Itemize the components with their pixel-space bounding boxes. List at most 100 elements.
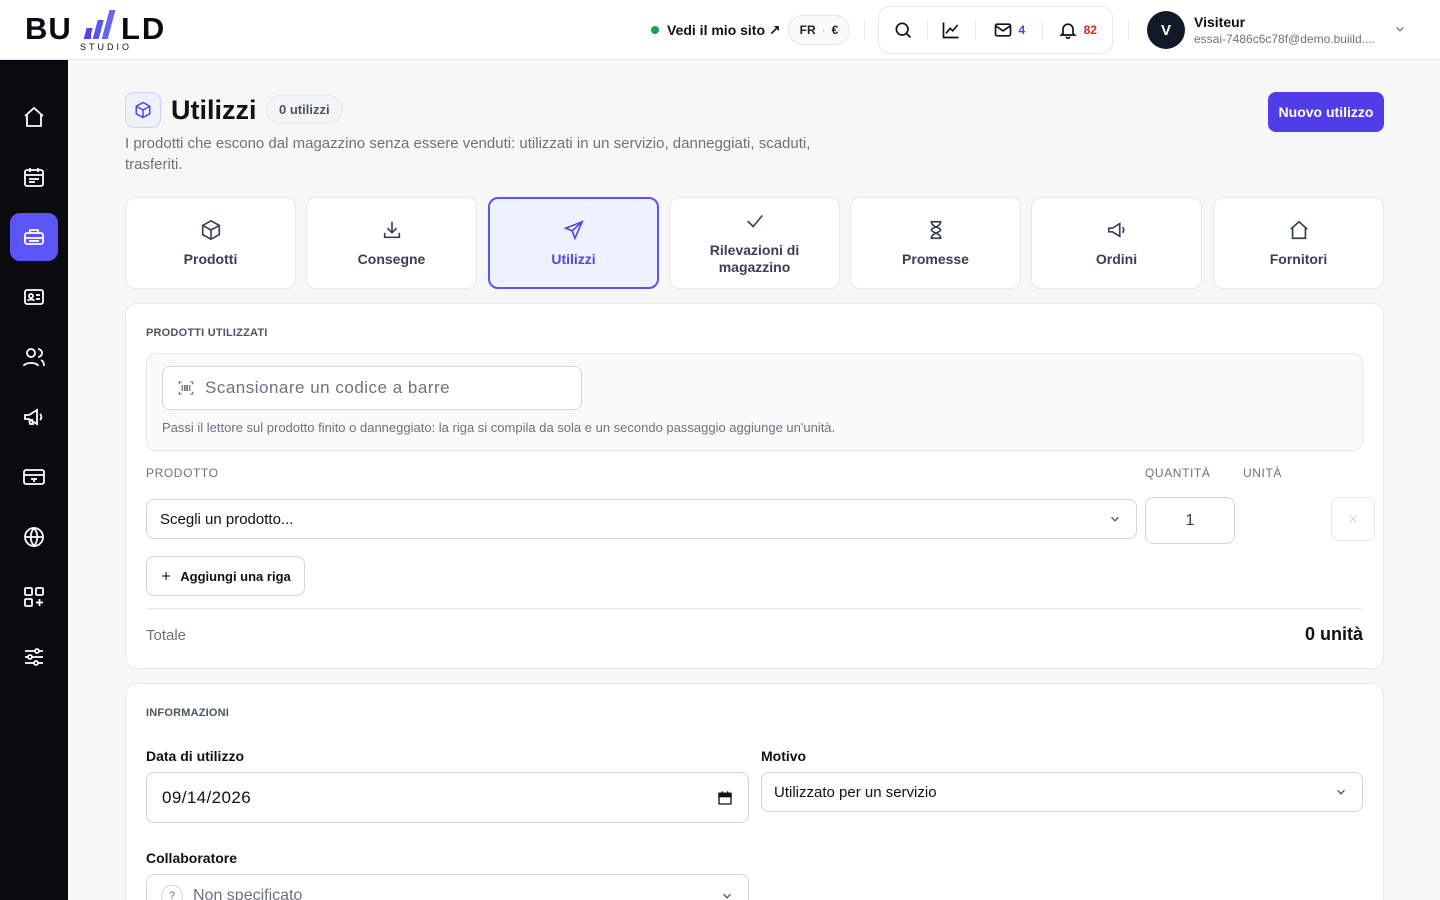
total-value: 0 unità — [1304, 624, 1363, 644]
collaborator-select[interactable]: ? Non specificato — [146, 874, 749, 900]
add-row-button[interactable]: Aggiungi una riga — [146, 556, 305, 596]
sidebar-item-settings[interactable] — [10, 633, 58, 681]
messages-count: 4 — [1018, 23, 1026, 37]
remove-row-button[interactable] — [1331, 497, 1375, 541]
inventory-tabs: Prodotti Consegne Utilizzi Rilevazioni d… — [125, 197, 1384, 289]
view-site-label: Vedi il mio sito ↗ — [667, 21, 781, 38]
barcode-icon — [178, 381, 194, 395]
tab-rilevazioni[interactable]: Rilevazioni di magazzino — [669, 197, 840, 289]
logo[interactable]: BU LD STUDIO — [25, 8, 185, 54]
apps-add-icon — [24, 587, 44, 607]
online-status-dot — [651, 26, 659, 34]
globe-icon — [24, 527, 44, 548]
page-title: Utilizzi — [171, 95, 257, 125]
divider — [146, 608, 1363, 609]
quantity-input[interactable]: 1 — [1145, 497, 1235, 544]
view-site-link[interactable]: Vedi il mio sito ↗ — [651, 20, 781, 40]
sidebar-item-calendar[interactable] — [10, 153, 58, 201]
svg-text:BU: BU — [25, 11, 72, 46]
megaphone-icon — [24, 408, 43, 426]
reason-select-value: Utilizzato per un servizio — [774, 783, 937, 801]
notifications-button[interactable]: 82 — [1043, 6, 1112, 54]
sidebar-item-contacts[interactable] — [10, 273, 58, 321]
tab-ordini[interactable]: Ordini — [1031, 197, 1202, 289]
mail-icon — [994, 23, 1011, 37]
column-header-quantity: QUANTITÀ — [1145, 466, 1211, 480]
stats-button[interactable] — [928, 6, 976, 54]
collaborator-label: Collaboratore — [146, 850, 238, 866]
sidebar-item-marketing[interactable] — [10, 393, 58, 441]
house-icon — [1289, 220, 1308, 239]
divider — [864, 20, 865, 40]
used-products-card: PRODOTTI UTILIZZATI Scansionare un codic… — [125, 303, 1384, 669]
language-label: FR — [799, 23, 816, 37]
hourglass-icon — [930, 220, 941, 239]
information-card: INFORMAZIONI Data di utilizzo 09/14/2026… — [125, 683, 1384, 900]
chevron-down-icon — [1337, 789, 1345, 795]
header-tools: 4 82 — [878, 6, 1113, 54]
sidebar-item-users[interactable] — [10, 333, 58, 381]
tab-fornitori[interactable]: Fornitori — [1213, 197, 1384, 289]
tab-consegne[interactable]: Consegne — [306, 197, 477, 289]
users-icon — [23, 348, 45, 367]
sidebar-item-website[interactable] — [10, 513, 58, 561]
tab-utilizzi[interactable]: Utilizzi — [488, 197, 659, 289]
box-icon — [201, 219, 220, 240]
check-icon — [746, 214, 763, 228]
avatar: V — [1147, 11, 1185, 49]
sidebar-item-inventory[interactable] — [10, 213, 58, 261]
reason-label: Motivo — [761, 748, 807, 764]
search-button[interactable] — [879, 6, 927, 54]
tab-promesse[interactable]: Promesse — [850, 197, 1021, 289]
usage-date-value: 09/14/2026 — [162, 787, 252, 807]
svg-text:LD: LD — [121, 11, 166, 46]
sidebar-item-payments[interactable] — [10, 453, 58, 501]
total-label: Totale — [146, 627, 187, 644]
barcode-hint: Passi il lettore sul prodotto finito o d… — [162, 420, 836, 435]
usage-date-input[interactable]: 09/14/2026 — [146, 772, 749, 823]
page-description: I prodotti che escono dal magazzino senz… — [125, 135, 811, 173]
product-select[interactable]: Scegli un prodotto... — [146, 499, 1137, 539]
user-info: Visiteur essai-7486c6c78f@demo.buiild...… — [1194, 13, 1389, 47]
payment-icon — [23, 469, 45, 485]
send-icon — [563, 219, 584, 240]
megaphone-icon — [1107, 221, 1125, 238]
sidebar-item-apps[interactable] — [10, 573, 58, 621]
reason-select[interactable]: Utilizzato per un servizio — [761, 772, 1363, 812]
language-currency-switch[interactable]: FR · € — [788, 15, 850, 45]
home-icon — [24, 106, 44, 127]
column-header-product: PRODOTTO — [146, 466, 219, 480]
user-menu[interactable]: V Visiteur essai-7486c6c78f@demo.buiild.… — [1147, 11, 1389, 49]
barcode-input[interactable]: Scansionare un codice a barre — [162, 366, 582, 410]
add-row-label: Aggiungi una riga — [180, 568, 291, 584]
tab-label: Utilizzi — [551, 250, 596, 267]
tab-label: Promesse — [902, 250, 969, 267]
calendar-icon[interactable] — [717, 790, 733, 806]
sidebar — [0, 60, 68, 900]
logo-subtitle: STUDIO — [80, 42, 133, 52]
close-icon — [1349, 515, 1357, 523]
bell-icon — [1058, 23, 1077, 40]
calendar-icon — [24, 168, 44, 187]
collaborator-select-value: Non specificato — [193, 887, 303, 900]
download-icon — [383, 221, 400, 238]
sidebar-item-home[interactable] — [10, 93, 58, 141]
tab-label: Rilevazioni di magazzino — [709, 242, 800, 275]
barcode-scan-box: Scansionare un codice a barre Passi il l… — [146, 353, 1363, 451]
top-bar: BU LD STUDIO Vedi il mio sito ↗ FR · € 4 — [0, 0, 1440, 60]
new-usage-button[interactable]: Nuovo utilizzo — [1268, 92, 1384, 132]
card-title: PRODOTTI UTILIZZATI — [146, 327, 268, 339]
question-icon: ? — [161, 885, 183, 900]
page-icon — [125, 92, 161, 128]
chevron-down-icon[interactable] — [1393, 22, 1407, 36]
user-email: essai-7486c6c78f@demo.buiild.... — [1194, 32, 1375, 46]
notifications-count: 82 — [1083, 23, 1097, 37]
count-badge: 0 utilizzi — [266, 95, 343, 124]
messages-button[interactable]: 4 — [976, 6, 1041, 54]
currency-label: € — [831, 23, 839, 37]
tab-prodotti[interactable]: Prodotti — [125, 197, 296, 289]
product-select-value: Scegli un prodotto... — [160, 510, 294, 528]
usage-date-label: Data di utilizzo — [146, 748, 244, 764]
separator-dot: · — [821, 23, 826, 37]
contact-card-icon — [24, 289, 44, 305]
